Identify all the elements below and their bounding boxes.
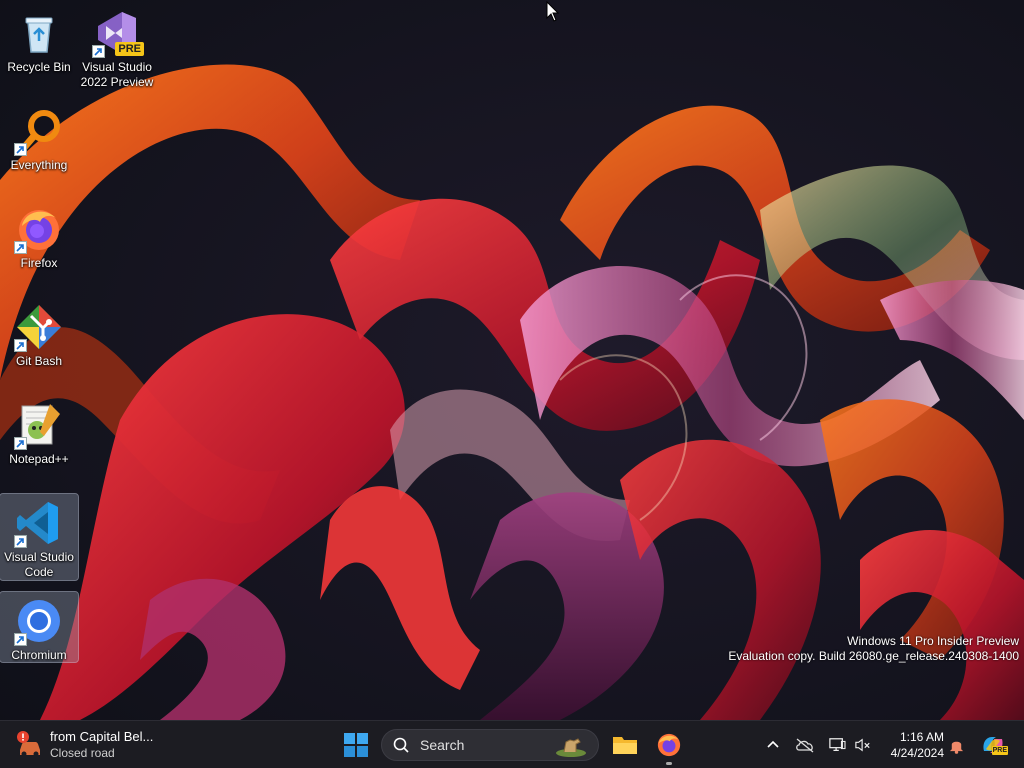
shortcut-arrow-icon [14,339,27,352]
volume-muted-icon [855,738,870,752]
traffic-alert-icon [17,731,40,757]
shortcut-arrow-icon [14,143,27,156]
taskbar-search-box[interactable] [381,729,599,761]
shortcut-arrow-icon [14,535,27,548]
onedrive-tray-button[interactable] [794,733,816,757]
network-tray-button[interactable] [826,733,848,757]
taskbar-firefox[interactable] [651,729,687,765]
volume-tray-button[interactable] [852,733,874,757]
taskbar: from Capital Bel... Closed road Search 1… [0,720,1024,768]
desktop-icon-notepad-plus-plus[interactable]: Notepad++ [0,396,78,467]
search-input[interactable] [418,736,542,754]
desktop-icon-visual-studio-2022-preview[interactable]: PRE Visual Studio 2022 Preview [78,4,156,90]
widget-subtitle: Closed road [50,746,115,760]
shortcut-arrow-icon [92,45,105,58]
running-indicator [666,762,672,765]
desktop-icon-label: Chromium [11,648,67,662]
desktop-icon-label: Visual Studio 2022 Preview [80,60,154,89]
taskbar-file-explorer[interactable] [607,729,643,761]
copilot-button[interactable]: PRE [980,733,1008,757]
vscode-icon [14,498,64,548]
shortcut-arrow-icon [14,437,27,450]
news-widget-button[interactable]: from Capital Bel... Closed road [14,727,153,763]
desktop-icon-label: Recycle Bin [7,60,71,74]
desktop-icon-everything[interactable]: Everything [0,102,78,173]
notepad-plus-plus-icon [14,400,64,450]
onedrive-offline-icon [796,738,814,753]
desktop-icon-chromium[interactable]: Chromium [0,591,79,663]
file-explorer-icon [613,737,637,754]
firefox-icon [14,204,64,254]
recycle-bin-icon [14,8,64,58]
pre-badge: PRE [991,746,1008,755]
desktop-icon-label: Firefox [20,256,58,270]
desktop-icon-visual-studio-code[interactable]: Visual Studio Code [0,493,79,581]
start-button[interactable] [340,729,372,761]
desktop-icon-firefox[interactable]: Firefox [0,200,78,271]
desktop[interactable]: Recycle Bin PRE Visual Studio 2022 Previ… [0,0,1024,720]
desktop-icon-git-bash[interactable]: Git Bash [0,298,78,369]
git-bash-icon [14,302,64,352]
clock-time: 1:16 AM [899,730,944,744]
taskbar-clock[interactable]: 1:16 AM 4/24/2024 [891,729,944,761]
watermark-build: Evaluation copy. Build 26080.ge_release.… [728,649,1019,663]
desktop-icon-label: Git Bash [15,354,63,368]
mouse-cursor-icon [546,1,560,22]
search-icon [393,737,409,753]
chromium-icon [14,596,64,646]
windows-start-icon [344,733,368,757]
show-hidden-icons-button[interactable] [762,733,784,757]
search-highlight-icon [556,738,586,757]
notification-bell-icon [949,741,963,754]
clock-date: 4/24/2024 [890,746,944,760]
shortcut-arrow-icon [14,633,27,646]
pre-badge: PRE [115,42,144,56]
desktop-icon-label: Notepad++ [9,452,69,466]
desktop-icon-label: Everything [10,158,68,172]
windows-evaluation-watermark: Windows 11 Pro Insider Preview Evaluatio… [728,634,1019,664]
visual-studio-icon: PRE [92,8,144,58]
chevron-up-icon [767,740,779,748]
desktop-icon-label: Visual Studio Code [4,550,74,579]
everything-search-icon [14,106,64,156]
desktop-icon-recycle-bin[interactable]: Recycle Bin [0,4,78,75]
watermark-edition: Windows 11 Pro Insider Preview [847,634,1019,648]
shortcut-arrow-icon [14,241,27,254]
wallpaper-image [0,0,1024,720]
widget-headline: from Capital Bel... [50,729,154,744]
firefox-icon [657,733,681,757]
network-icon [829,738,846,751]
notification-center-button[interactable] [945,733,967,757]
